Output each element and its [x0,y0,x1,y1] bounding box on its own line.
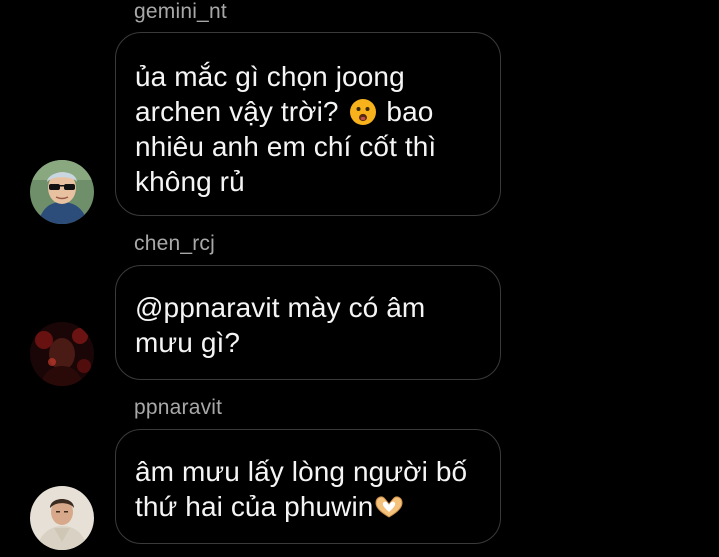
avatar[interactable] [30,486,94,550]
avatar[interactable] [30,322,94,386]
message-bubble[interactable]: ủa mắc gì chọn joong archen vậy trời? ba… [115,32,501,216]
message-bubble[interactable]: @ppnaravit mày có âm mưu gì? [115,265,501,380]
username[interactable]: gemini_nt [134,0,227,24]
message-fragment: archen vậy trời? [135,96,339,127]
avatar[interactable] [30,160,94,224]
message-line: thứ hai của phuwin [135,489,480,524]
heart-hands-emoji-icon [374,492,404,518]
frowning-open-mouth-emoji-icon [349,98,377,126]
message-line: @ppnaravit mày có âm [135,292,426,323]
username[interactable]: chen_rcj [134,232,215,256]
message-bubble[interactable]: âm mưu lấy lòng người bố thứ hai của phu… [115,429,501,544]
message-line: ủa mắc gì chọn joong [135,61,405,92]
message-line: archen vậy trời? bao [135,94,480,129]
message-fragment: thứ hai của phuwin [135,491,374,522]
message-text: ủa mắc gì chọn joong archen vậy trời? ba… [135,59,480,199]
username[interactable]: ppnaravit [134,396,222,420]
message-line: mưu gì? [135,327,241,358]
message-fragment: bao [386,96,434,127]
comment-thread: gemini_nt ủa mắc gì chọn joong archen vậ… [0,0,719,557]
message-line: không rủ [135,166,245,197]
message-line: âm mưu lấy lòng người bố [135,456,468,487]
message-line: nhiêu anh em chí cốt thì [135,131,437,162]
